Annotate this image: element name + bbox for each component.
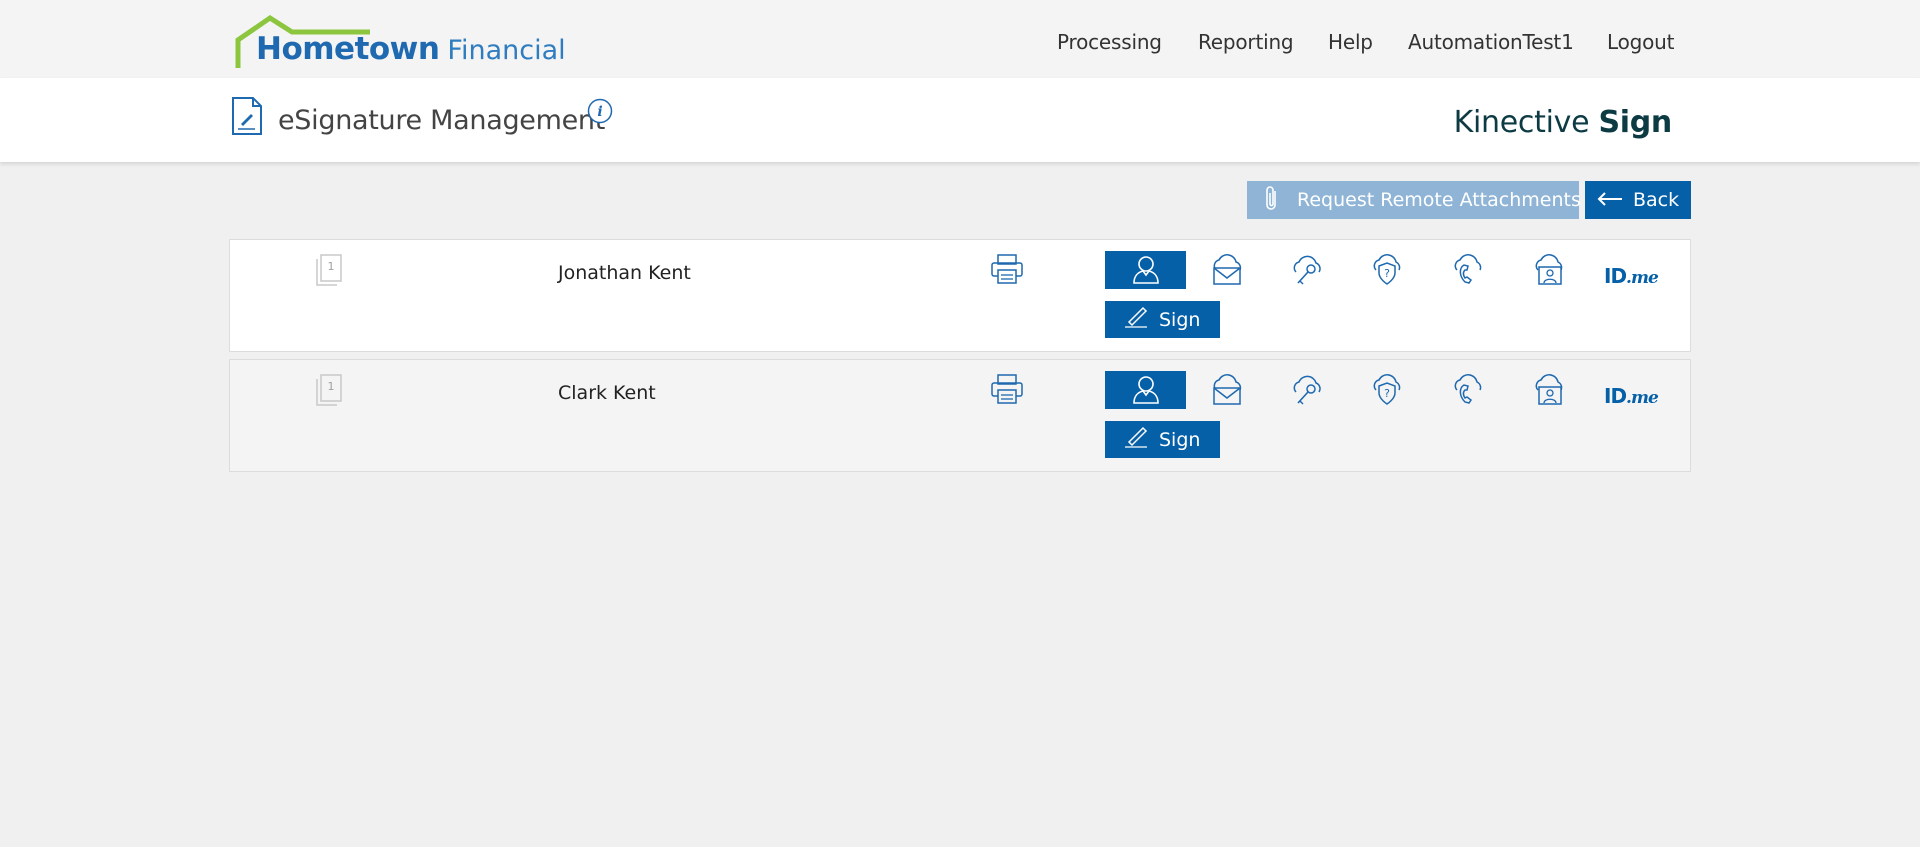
nav-logout[interactable]: Logout [1607,30,1674,54]
cloud-email-icon[interactable] [1209,254,1245,291]
person-icon [1132,256,1159,284]
person-icon [1132,376,1159,404]
idme-id-text: ID [1604,384,1627,408]
in-person-auth-button[interactable] [1105,251,1186,289]
request-remote-attachments-label: Request Remote Attachments [1297,189,1581,211]
svg-text:?: ? [1384,387,1390,400]
svg-text:1: 1 [328,260,335,273]
kinective-sign-brand: Kinective Sign [1453,105,1673,140]
in-person-auth-button[interactable] [1105,371,1186,409]
brand-light: Kinective [1453,105,1599,140]
idme-logo[interactable]: ID.me [1604,264,1659,288]
signer-row: 1 Jonathan Kent ? ID.me Sign [229,239,1691,352]
signer-name: Jonathan Kent [558,262,691,284]
svg-text:?: ? [1384,267,1390,280]
page-header: eSignature Management Kinective Sign [0,78,1920,162]
pen-icon [1123,426,1149,453]
hometown-financial-logo[interactable]: Hometown Financial [230,14,570,72]
idme-logo[interactable]: ID.me [1604,384,1659,408]
idme-me-text: .me [1626,268,1659,288]
cloud-email-icon[interactable] [1209,374,1245,411]
pen-icon [1123,306,1149,333]
nav-user-account[interactable]: AutomationTest1 [1408,30,1574,54]
paperclip-icon [1265,185,1279,216]
svg-text:1: 1 [328,380,335,393]
cloud-question-icon[interactable]: ? [1369,254,1405,291]
cloud-id-card-icon[interactable] [1531,374,1567,411]
cloud-phone-icon[interactable] [1450,254,1486,291]
cloud-key-icon[interactable] [1289,254,1325,291]
nav-help[interactable]: Help [1328,30,1373,54]
cloud-key-icon[interactable] [1289,374,1325,411]
document-count-icon[interactable]: 1 [315,253,345,292]
request-remote-attachments-button[interactable]: Request Remote Attachments [1247,181,1581,219]
nav-processing[interactable]: Processing [1057,30,1162,54]
idme-me-text: .me [1626,388,1659,408]
logo-brand-light: Financial [447,35,566,66]
signer-row: 1 Clark Kent ? ID.me Sign [229,359,1691,472]
printer-icon[interactable] [990,373,1024,410]
cloud-id-card-icon[interactable] [1531,254,1567,291]
info-icon[interactable]: i [587,98,613,129]
document-count-icon[interactable]: 1 [315,373,345,412]
back-button[interactable]: Back [1585,181,1691,219]
brand-bold: Sign [1598,105,1672,140]
arrow-left-icon [1597,189,1623,211]
sign-label: Sign [1159,428,1201,451]
sign-button[interactable]: Sign [1105,421,1220,458]
logo-wordmark: Hometown Financial [256,34,566,65]
document-sign-icon [231,96,263,141]
top-bar: Hometown Financial Processing Reporting H… [0,0,1920,78]
sign-label: Sign [1159,308,1201,331]
page-title: eSignature Management [278,105,606,136]
sign-button[interactable]: Sign [1105,301,1220,338]
cloud-phone-icon[interactable] [1450,374,1486,411]
cloud-question-icon[interactable]: ? [1369,374,1405,411]
logo-brand-bold: Hometown [256,31,440,67]
signer-name: Clark Kent [558,382,656,404]
back-label: Back [1633,189,1680,211]
idme-id-text: ID [1604,264,1627,288]
printer-icon[interactable] [990,253,1024,290]
nav-reporting[interactable]: Reporting [1198,30,1294,54]
svg-text:i: i [597,104,602,120]
